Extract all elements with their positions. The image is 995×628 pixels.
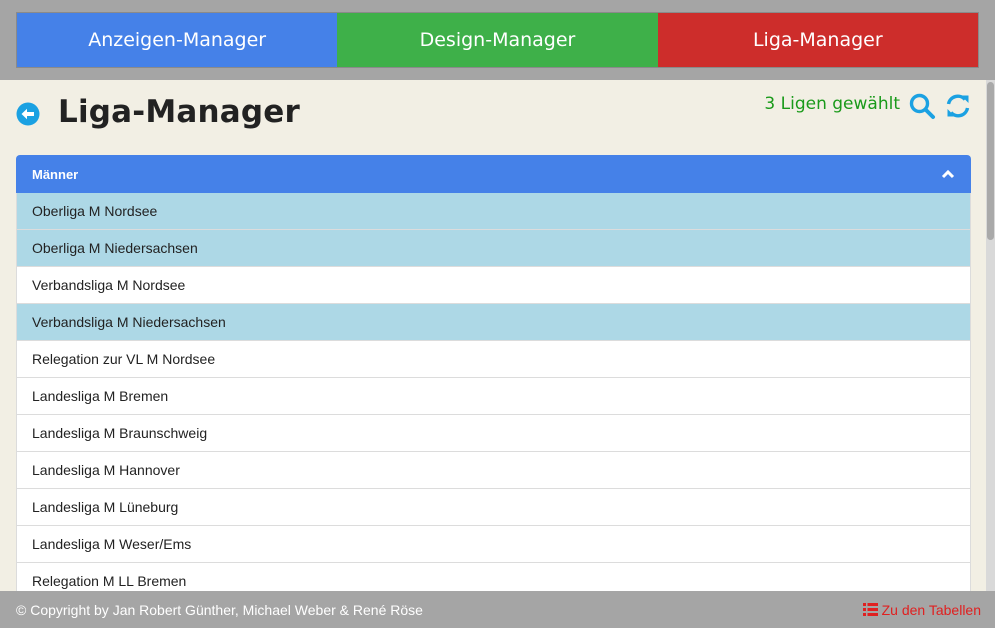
tab-anzeigen-manager[interactable]: Anzeigen-Manager [17, 13, 338, 67]
scrollbar[interactable] [986, 80, 995, 591]
page-header: Liga-Manager 3 Ligen gewählt [16, 93, 972, 136]
scrollbar-thumb[interactable] [987, 82, 994, 240]
selected-count: 3 Ligen gewählt [764, 94, 900, 114]
tab-design-manager[interactable]: Design-Manager [337, 13, 658, 67]
footer: © Copyright by Jan Robert Günther, Micha… [0, 591, 995, 628]
league-panel-maenner: Männer Oberliga M Nordsee Oberliga M Nie… [16, 155, 971, 591]
list-icon [862, 603, 878, 616]
league-row[interactable]: Relegation zur VL M Nordsee [16, 341, 971, 378]
league-row[interactable]: Landesliga M Braunschweig [16, 415, 971, 452]
league-row[interactable]: Verbandsliga M Niedersachsen [16, 304, 971, 341]
league-row[interactable]: Oberliga M Nordsee [16, 193, 971, 230]
tables-link-label: Zu den Tabellen [881, 601, 981, 618]
copyright-text: © Copyright by Jan Robert Günther, Micha… [16, 601, 423, 618]
panel-header[interactable]: Männer [16, 155, 971, 193]
chevron-up-icon[interactable] [941, 169, 955, 179]
league-row[interactable]: Verbandsliga M Nordsee [16, 267, 971, 304]
page-title: Liga-Manager [58, 94, 301, 130]
league-row[interactable]: Landesliga M Weser/Ems [16, 526, 971, 563]
tables-link[interactable]: Zu den Tabellen [862, 601, 981, 618]
league-row[interactable]: Landesliga M Hannover [16, 452, 971, 489]
search-icon[interactable] [908, 92, 936, 120]
tab-liga-manager[interactable]: Liga-Manager [657, 13, 978, 67]
league-row[interactable]: Oberliga M Niedersachsen [16, 230, 971, 267]
panel-title: Männer [32, 166, 79, 182]
league-row[interactable]: Landesliga M Lüneburg [16, 489, 971, 526]
refresh-icon[interactable] [944, 92, 972, 120]
arrow-circle-left-icon[interactable] [16, 102, 40, 126]
league-row[interactable]: Landesliga M Bremen [16, 378, 971, 415]
main-content: Liga-Manager 3 Ligen gewählt Männer Ober… [0, 80, 986, 591]
top-navigation: Anzeigen-Manager Design-Manager Liga-Man… [16, 12, 979, 68]
league-row[interactable]: Relegation M LL Bremen [16, 563, 971, 591]
league-list: Oberliga M Nordsee Oberliga M Niedersach… [16, 193, 971, 591]
